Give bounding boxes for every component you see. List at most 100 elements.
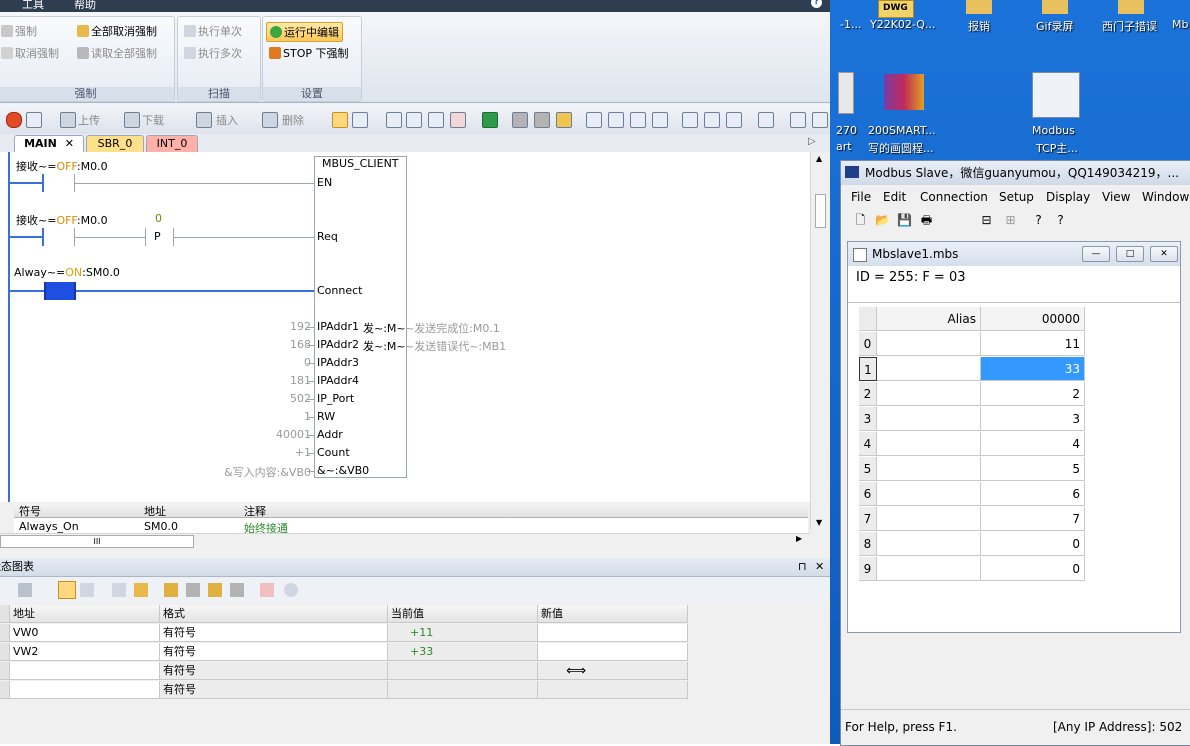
desktop-icon-label[interactable]: 西门子措误 (1102, 18, 1157, 34)
compile-run-icon[interactable] (482, 112, 498, 128)
connect-icon[interactable]: ⊟ (979, 213, 994, 228)
new-file-icon[interactable]: 🗋 (853, 213, 868, 228)
rung3-contact-energized[interactable] (44, 282, 76, 300)
row-index[interactable]: 6 (859, 482, 877, 506)
format-cell[interactable]: 有符号 (160, 662, 388, 680)
tab-int0[interactable]: INT_0 (146, 135, 198, 152)
file-icon[interactable] (838, 72, 854, 114)
alias-cell[interactable] (877, 382, 981, 406)
desktop-icon-label[interactable]: 270 (836, 124, 857, 137)
tab-main[interactable]: MAIN ✕ (14, 135, 84, 152)
lock-icon[interactable] (512, 112, 528, 128)
dwg-file-icon[interactable]: DWG (878, 0, 914, 18)
force-lock-icon[interactable] (164, 583, 178, 597)
lock2-icon[interactable] (534, 112, 550, 128)
register-value-cell[interactable]: 2 (981, 382, 1085, 406)
line-down-icon[interactable] (608, 112, 624, 128)
maximize-button[interactable]: □ (1116, 246, 1144, 262)
hscroll-thumb[interactable]: III (0, 535, 194, 548)
box-icon[interactable] (726, 112, 742, 128)
desktop-icon-label[interactable]: TCP主... (1036, 140, 1078, 156)
symbol-cell[interactable]: Always_On (19, 520, 79, 533)
alias-cell[interactable] (877, 482, 981, 506)
alias-cell[interactable] (877, 557, 981, 581)
address-cell[interactable]: VW0 (10, 624, 160, 642)
tab-sbr0[interactable]: SBR_0 (86, 135, 144, 152)
col-format-header[interactable]: 格式 (160, 605, 388, 623)
upload-button[interactable]: 上传 (78, 112, 100, 128)
network-icon[interactable] (386, 112, 402, 128)
row-index[interactable]: 1 (859, 357, 877, 381)
menu-tools[interactable]: 工具 (22, 0, 44, 12)
editor-vscroll[interactable]: ▲ ▼ (810, 152, 829, 530)
alias-cell[interactable] (877, 507, 981, 531)
close-button[interactable]: ✕ (1150, 246, 1178, 262)
register-value-cell[interactable]: 7 (981, 507, 1085, 531)
disconnect-icon[interactable]: ⊞ (1003, 213, 1018, 228)
minimize-button[interactable]: — (1082, 246, 1110, 262)
unforce-lock-icon[interactable] (186, 583, 200, 597)
register-value-cell[interactable]: 3 (981, 407, 1085, 431)
register-value-cell[interactable]: 6 (981, 482, 1085, 506)
clear-icon[interactable] (450, 112, 466, 128)
format-cell[interactable]: 有符号 (160, 643, 388, 661)
address-cell[interactable] (10, 681, 160, 699)
new-value-cell[interactable] (538, 643, 688, 661)
register-value-cell[interactable]: 33 (981, 357, 1085, 381)
close-tab-icon[interactable]: ✕ (65, 137, 74, 150)
more-icon[interactable] (812, 112, 828, 128)
col-current-header[interactable]: 当前值 (388, 605, 538, 623)
row-index[interactable]: 9 (859, 557, 877, 581)
row-index[interactable]: 2 (859, 382, 877, 406)
read-forced-lock-icon[interactable] (230, 583, 244, 597)
alias-cell[interactable] (877, 457, 981, 481)
help-icon[interactable]: ? (811, 0, 822, 8)
folder-icon[interactable] (966, 0, 992, 14)
pin-icon[interactable]: ⊓ (798, 558, 807, 576)
unforce-all-lock-icon[interactable] (208, 583, 222, 597)
unlock-icon[interactable] (556, 112, 572, 128)
vscroll-thumb[interactable] (815, 194, 826, 228)
delete-icon[interactable] (262, 112, 278, 128)
menu-window[interactable]: Window (1142, 190, 1189, 204)
row-header[interactable] (0, 643, 10, 661)
force-button[interactable]: 强制 (1, 23, 37, 39)
menu-display[interactable]: Display (1046, 190, 1090, 204)
close-panel-icon[interactable]: ✕ (815, 558, 824, 576)
coil-icon[interactable] (704, 112, 720, 128)
multi-scan-button[interactable]: 执行多次 (184, 45, 242, 61)
alias-cell[interactable] (877, 357, 981, 381)
download-button[interactable]: 下载 (142, 112, 164, 128)
menu-help[interactable]: 帮助 (74, 0, 96, 12)
menu-connection[interactable]: Connection (920, 190, 988, 204)
trend-icon[interactable] (260, 583, 274, 597)
folder-icon[interactable] (1042, 0, 1068, 14)
scroll-right-icon[interactable]: ▶ (796, 534, 802, 543)
redo-icon[interactable] (428, 112, 444, 128)
stop-icon[interactable] (6, 112, 22, 128)
desktop-icon-label[interactable]: Y22K02-Q... (870, 18, 935, 31)
address-cell[interactable]: VW2 (10, 643, 160, 661)
single-scan-button[interactable]: 执行单次 (184, 23, 242, 39)
rung2-contact-left[interactable] (42, 228, 44, 246)
print-icon[interactable]: 🖶 (919, 213, 934, 228)
row-index[interactable]: 0 (859, 332, 877, 356)
line-right-icon[interactable] (652, 112, 668, 128)
branch-icon[interactable] (586, 112, 602, 128)
desktop-icon-label[interactable]: Mb (1172, 18, 1188, 31)
context-help-icon[interactable]: ? (1053, 213, 1068, 228)
row-header[interactable] (0, 681, 10, 699)
rung2-p-left[interactable] (145, 228, 146, 246)
row-header[interactable] (0, 662, 10, 680)
chart-pause-icon[interactable] (80, 583, 94, 597)
comment-icon[interactable] (758, 112, 774, 128)
menu-view[interactable]: View (1102, 190, 1130, 204)
desktop-icon-label[interactable]: 写的画圆程... (868, 140, 934, 156)
col-address-header[interactable]: 地址 (10, 605, 160, 623)
unforce-button[interactable]: 取消强制 (1, 45, 59, 61)
read-all-forced-button[interactable]: 读取全部强制 (77, 45, 157, 61)
save-icon[interactable]: 💾 (897, 213, 912, 228)
winrar-icon[interactable] (884, 74, 924, 110)
menu-setup[interactable]: Setup (999, 190, 1034, 204)
row-index[interactable]: 3 (859, 407, 877, 431)
